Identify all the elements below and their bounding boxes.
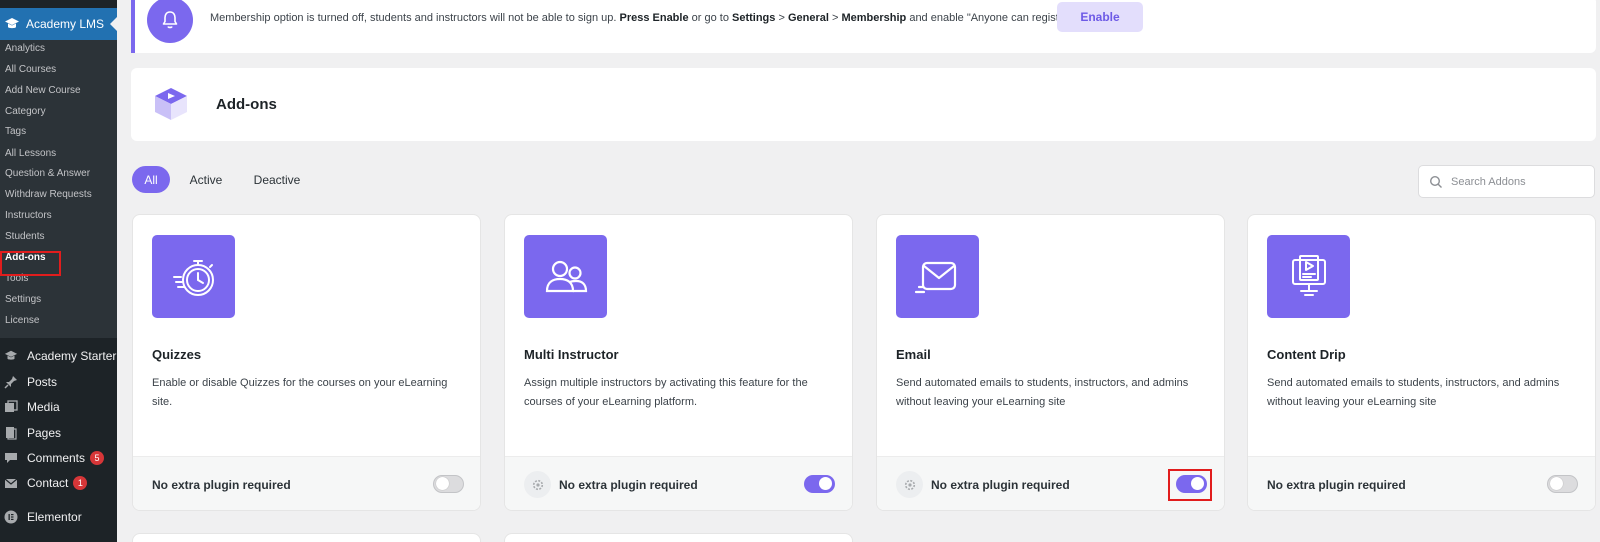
stopwatch-icon <box>152 235 235 318</box>
add-ons-highlight-box <box>0 251 61 276</box>
addon-description: Assign multiple instructors by activatin… <box>524 377 808 408</box>
menu-elementor-label: Elementor <box>27 510 82 524</box>
addon-requirement: No extra plugin required <box>559 478 698 492</box>
menu-elementor[interactable]: Elementor <box>4 510 82 524</box>
toggle-knob <box>1550 477 1563 490</box>
menu-academy-starter[interactable]: Academy Starter <box>4 349 116 363</box>
users-icon <box>524 235 607 318</box>
search-addons-input[interactable] <box>1451 175 1591 188</box>
menu-comments[interactable]: Comments 5 <box>4 451 105 465</box>
addon-card-email: Email Send automated emails to students,… <box>876 214 1225 511</box>
submenu-all-courses[interactable]: All Courses <box>5 64 56 75</box>
toggle-knob <box>436 477 449 490</box>
notice-separator: > <box>828 12 842 24</box>
search-addons-box <box>1418 165 1595 198</box>
menu-contact-label: Contact <box>27 476 69 490</box>
submenu-analytics[interactable]: Analytics <box>5 43 45 54</box>
notice-general-link: General <box>787 12 829 24</box>
addon-title: Multi Instructor <box>524 347 619 362</box>
filter-tab-all[interactable]: All <box>132 166 170 193</box>
elementor-icon <box>4 510 18 524</box>
content-drip-toggle[interactable] <box>1547 475 1578 493</box>
addon-card-partial <box>504 533 853 542</box>
filter-tab-active[interactable]: Active <box>181 166 231 193</box>
submenu-instructors[interactable]: Instructors <box>5 210 52 221</box>
envelope-icon <box>896 235 979 318</box>
submenu-all-lessons[interactable]: All Lessons <box>5 148 56 159</box>
addon-title: Email <box>896 347 931 362</box>
menu-pages-label: Pages <box>27 426 62 440</box>
menu-academy-starter-label: Academy Starter <box>27 349 117 363</box>
submenu-question-answer[interactable]: Question & Answer <box>5 168 90 179</box>
notice-message: Membership option is turned off, student… <box>210 12 1076 24</box>
submenu-withdraw-requests[interactable]: Withdraw Requests <box>5 189 92 200</box>
addon-requirement: No extra plugin required <box>931 478 1070 492</box>
notice-text-part: and enable "Anyone can register". <box>906 12 1076 24</box>
addon-footer: No extra plugin required <box>133 456 480 510</box>
addon-box-icon <box>151 84 191 124</box>
menu-academy-lms[interactable]: Academy LMS <box>0 8 117 40</box>
multi-instructor-toggle[interactable] <box>804 475 835 493</box>
notice-text-part: Membership option is turned off, student… <box>210 12 620 24</box>
addon-description: Enable or disable Quizzes for the course… <box>152 377 448 408</box>
notice-press-enable: Press Enable <box>619 12 689 24</box>
addon-title: Content Drip <box>1267 347 1346 362</box>
graduation-cap-icon <box>4 16 20 32</box>
addon-footer: No extra plugin required <box>505 456 852 510</box>
admin-sidebar: Academy LMS Analytics All Courses Add Ne… <box>0 0 117 542</box>
addon-title: Quizzes <box>152 347 202 362</box>
submenu-students[interactable]: Students <box>5 231 44 242</box>
search-icon <box>1429 175 1443 189</box>
addon-description: Send automated emails to students, instr… <box>1267 377 1560 408</box>
addons-header: Add-ons <box>131 68 1596 141</box>
addon-card-quizzes: Quizzes Enable or disable Quizzes for th… <box>132 214 481 511</box>
menu-academy-lms-label: Academy LMS <box>26 17 105 31</box>
enable-membership-button[interactable]: Enable <box>1057 2 1143 32</box>
toggle-knob <box>819 477 832 490</box>
menu-posts[interactable]: Posts <box>4 375 57 389</box>
gear-icon[interactable] <box>896 471 923 498</box>
graduation-cap-icon <box>4 349 18 363</box>
notice-membership-link: Membership <box>841 12 907 24</box>
gear-icon[interactable] <box>524 471 551 498</box>
addon-card-partial <box>132 533 481 542</box>
comments-count-badge: 5 <box>90 451 105 465</box>
addon-requirement: No extra plugin required <box>152 478 291 492</box>
addon-description: Send automated emails to students, instr… <box>896 377 1189 408</box>
quizzes-toggle[interactable] <box>433 475 464 493</box>
addon-requirement: No extra plugin required <box>1267 478 1406 492</box>
submenu-tags[interactable]: Tags <box>5 126 26 137</box>
contact-count-badge: 1 <box>73 476 88 490</box>
email-toggle-highlight-box <box>1168 469 1212 501</box>
menu-comments-label: Comments <box>27 451 86 465</box>
page-title: Add-ons <box>216 96 277 113</box>
submenu-add-new-course[interactable]: Add New Course <box>5 85 81 96</box>
addon-card-content-drip: Content Drip Send automated emails to st… <box>1247 214 1596 511</box>
addon-card-multi-instructor: Multi Instructor Assign multiple instruc… <box>504 214 853 511</box>
submenu-category[interactable]: Category <box>5 106 46 117</box>
menu-media-label: Media <box>27 400 60 414</box>
content-drip-icon <box>1267 235 1350 318</box>
menu-media[interactable]: Media <box>4 400 60 414</box>
menu-posts-label: Posts <box>27 375 58 389</box>
media-icon <box>4 400 18 414</box>
submenu-license[interactable]: License <box>5 315 39 326</box>
pin-icon <box>4 375 18 389</box>
notice-separator: > <box>775 12 788 24</box>
pages-icon <box>4 426 18 440</box>
notice-text-part: or go to <box>688 12 732 24</box>
membership-notice: Membership option is turned off, student… <box>131 0 1596 53</box>
submenu-settings[interactable]: Settings <box>5 294 41 305</box>
comment-icon <box>4 451 18 465</box>
academy-submenu: Analytics All Courses Add New Course Cat… <box>0 40 117 338</box>
filter-tab-deactive[interactable]: Deactive <box>246 166 308 193</box>
menu-contact[interactable]: Contact 1 <box>4 476 88 490</box>
bell-icon <box>147 0 193 43</box>
mail-icon <box>4 476 18 490</box>
notice-settings-link: Settings <box>732 12 776 24</box>
addon-footer: No extra plugin required <box>1248 456 1595 510</box>
menu-pages[interactable]: Pages <box>4 426 61 440</box>
